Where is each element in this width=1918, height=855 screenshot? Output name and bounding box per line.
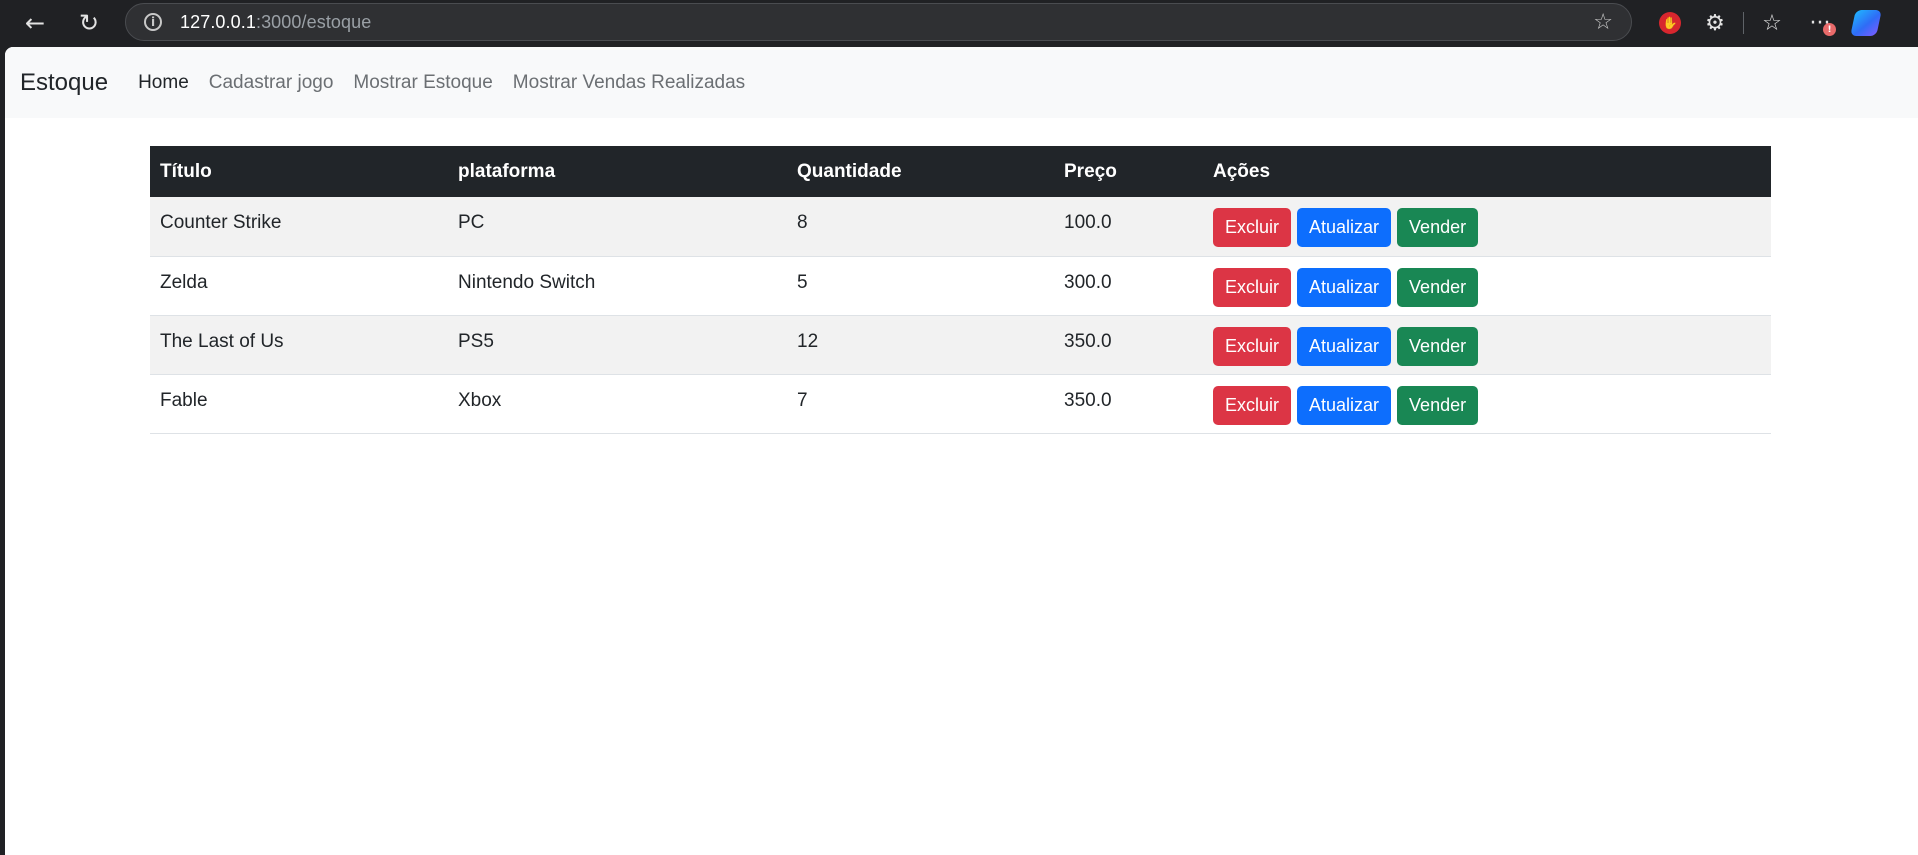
atualizar-button[interactable]: Atualizar [1297,385,1392,425]
stock-table: Título plataforma Quantidade Preço Ações… [150,146,1771,434]
address-bar[interactable]: i 127.0.0.1:3000/estoque ☆ [125,3,1632,41]
excluir-button[interactable]: Excluir [1213,208,1292,247]
atualizar-button[interactable]: Atualizar [1297,208,1392,247]
cell-titulo: Fable [150,374,448,434]
bookmark-star-icon[interactable]: ☆ [1593,10,1613,35]
table-header-row: Título plataforma Quantidade Preço Ações [150,146,1771,197]
cell-titulo: Counter Strike [150,197,448,257]
nav-link-mostrar-estoque[interactable]: Mostrar Estoque [353,72,492,94]
copilot-icon[interactable] [1848,5,1884,41]
url-text[interactable]: 127.0.0.1:3000/estoque [180,12,371,33]
table-row: Fable Xbox 7 350.0 Excluir Atualizar Vende… [150,374,1771,434]
main-container: Título plataforma Quantidade Preço Ações… [150,146,1771,434]
cell-acoes: Excluir Atualizar Vender [1203,256,1771,316]
atualizar-button[interactable]: Atualizar [1297,267,1392,307]
header-titulo: Título [150,146,448,197]
vender-button[interactable]: Vender [1397,385,1479,425]
excluir-button[interactable]: Excluir [1213,267,1292,307]
navbar-brand[interactable]: Estoque [20,69,108,97]
cell-preco: 350.0 [1054,374,1203,434]
cell-preco: 350.0 [1054,315,1203,375]
vender-button[interactable]: Vender [1397,326,1479,366]
cell-acoes: Excluir Atualizar Vender [1203,197,1771,257]
favorites-icon[interactable]: ☆ [1754,5,1790,41]
reload-icon[interactable]: ↻ [71,5,107,41]
url-path: :3000/estoque [255,11,372,32]
cell-plataforma: PC [448,197,787,257]
excluir-button[interactable]: Excluir [1213,385,1292,425]
cell-preco: 100.0 [1054,197,1203,257]
cell-acoes: Excluir Atualizar Vender [1203,315,1771,375]
excluir-button[interactable]: Excluir [1213,326,1292,366]
cell-quantidade: 5 [787,256,1054,316]
cell-titulo: The Last of Us [150,315,448,375]
vender-button[interactable]: Vender [1397,208,1479,247]
cell-plataforma: Xbox [448,374,787,434]
vender-button[interactable]: Vender [1397,267,1479,307]
table-row: Zelda Nintendo Switch 5 300.0 Excluir Atu… [150,256,1771,316]
site-info-icon[interactable]: i [144,13,162,31]
extensions-puzzle-icon[interactable]: ⚙ [1697,5,1733,41]
cell-plataforma: PS5 [448,315,787,375]
cell-quantidade: 12 [787,315,1054,375]
cell-quantidade: 7 [787,374,1054,434]
page-viewport: Estoque Home Cadastrar jogo Mostrar Esto… [5,47,1918,855]
header-acoes: Ações [1203,146,1771,197]
navbar: Estoque Home Cadastrar jogo Mostrar Esto… [5,47,1918,118]
notification-badge: ! [1823,23,1836,36]
cell-quantidade: 8 [787,197,1054,257]
header-plataforma: plataforma [448,146,787,197]
cell-titulo: Zelda [150,256,448,316]
url-host: 127.0.0.1 [180,11,256,32]
extensions-area: ✋ ⚙ ☆ ··· ! [1652,5,1884,41]
cell-plataforma: Nintendo Switch [448,256,787,316]
copilot-logo [1850,10,1882,36]
nav-link-cadastrar-jogo[interactable]: Cadastrar jogo [209,72,334,94]
header-quantidade: Quantidade [787,146,1054,197]
stop-extension-icon[interactable]: ✋ [1652,5,1688,41]
nav-link-mostrar-vendas[interactable]: Mostrar Vendas Realizadas [513,72,745,94]
header-preco: Preço [1054,146,1203,197]
back-icon[interactable]: ← [17,5,53,41]
nav-link-home[interactable]: Home [138,72,189,94]
cell-preco: 300.0 [1054,256,1203,316]
cell-acoes: Excluir Atualizar Vender [1203,374,1771,434]
browser-toolbar: ← ↻ i 127.0.0.1:3000/estoque ☆ ✋ ⚙ ☆ ···… [0,0,1918,46]
atualizar-button[interactable]: Atualizar [1297,326,1392,366]
stop-hand-icon: ✋ [1659,12,1681,34]
more-menu-icon[interactable]: ··· ! [1802,5,1838,41]
table-row: The Last of Us PS5 12 350.0 Excluir Atual… [150,315,1771,375]
table-row: Counter Strike PC 8 100.0 Excluir Atualiz… [150,197,1771,257]
toolbar-divider [1743,12,1744,34]
